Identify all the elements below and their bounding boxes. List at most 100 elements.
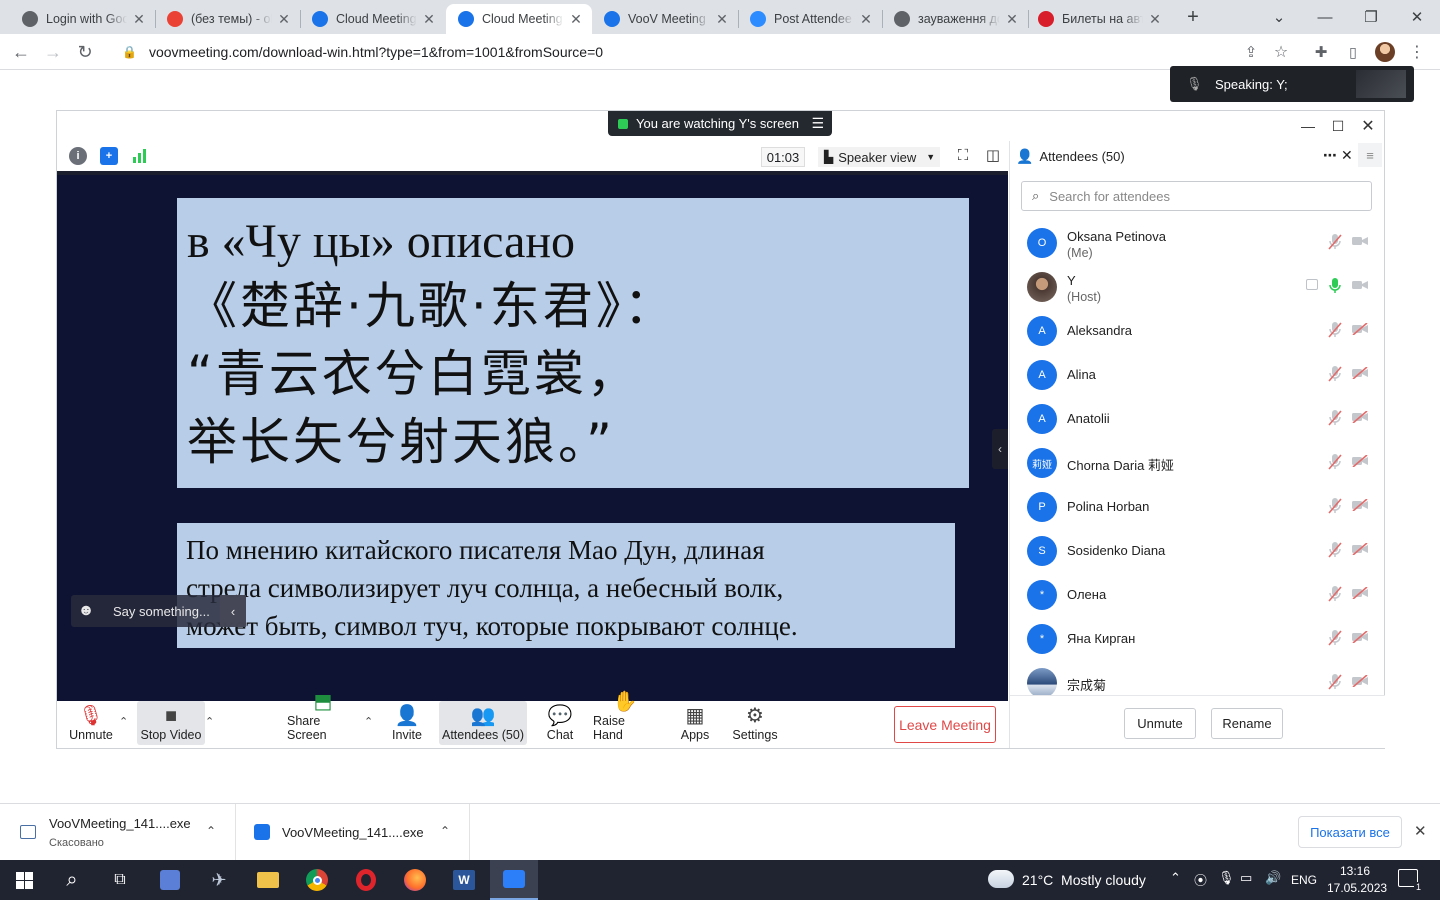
- close-window-button[interactable]: ✕: [1357, 117, 1379, 135]
- unmute-all-button[interactable]: Unmute: [1124, 708, 1196, 739]
- browser-tab[interactable]: зауваження до ✕: [882, 4, 1028, 34]
- profile-avatar[interactable]: [1372, 40, 1398, 64]
- invite-button[interactable]: 👤 Invite: [389, 701, 425, 745]
- collapse-chat-button[interactable]: ‹: [220, 595, 246, 627]
- back-button[interactable]: ←: [8, 40, 34, 64]
- browser-tab[interactable]: (без темы) - ok ✕: [155, 4, 300, 34]
- show-all-downloads-button[interactable]: Показати все: [1298, 816, 1402, 848]
- minimize-browser-button[interactable]: —: [1302, 0, 1348, 34]
- microphone-icon[interactable]: [1328, 277, 1342, 295]
- close-tab-icon[interactable]: ✕: [568, 11, 584, 28]
- chat-button[interactable]: 💬 Chat: [541, 701, 579, 745]
- collapse-panel-handle[interactable]: ‹: [992, 429, 1008, 469]
- close-browser-button[interactable]: ✕: [1394, 0, 1440, 34]
- more-options-icon[interactable]: ⋯: [1323, 147, 1337, 164]
- meeting-info-button[interactable]: i: [69, 147, 87, 165]
- settings-button[interactable]: ⚙ Settings: [731, 701, 779, 745]
- close-tab-icon[interactable]: ✕: [858, 11, 874, 28]
- close-panel-icon[interactable]: ✕: [1341, 147, 1353, 164]
- leave-meeting-button[interactable]: Leave Meeting: [894, 706, 996, 743]
- restore-browser-button[interactable]: ❐: [1348, 0, 1394, 34]
- camera-off-icon[interactable]: [1352, 322, 1368, 336]
- browser-tab[interactable]: Cloud Meeting ✕: [300, 4, 445, 34]
- clock-time[interactable]: 13:16: [1340, 864, 1370, 878]
- speaker-view-dropdown[interactable]: ▙ Speaker view ▼: [818, 147, 940, 167]
- side-panel-button[interactable]: ▯: [1340, 40, 1366, 64]
- attendee-row[interactable]: A Anatolii: [1010, 397, 1385, 441]
- taskbar-app-explorer[interactable]: [244, 860, 292, 900]
- close-shelf-icon[interactable]: ✕: [1414, 822, 1427, 840]
- quick-chat-input[interactable]: ☻ Say something... ‹: [71, 595, 246, 627]
- task-view-button[interactable]: ⧉: [96, 860, 144, 900]
- panel-menu-icon[interactable]: ≡: [1358, 143, 1382, 167]
- muted-mic-icon[interactable]: [1328, 585, 1342, 603]
- taskbar-app-voov[interactable]: [490, 860, 538, 900]
- taskbar-app-word[interactable]: W: [440, 860, 488, 900]
- raise-hand-button[interactable]: ✋ Raise Hand: [593, 691, 657, 745]
- weather-text[interactable]: 21°C Mostly cloudy: [1022, 872, 1146, 888]
- attendee-row[interactable]: S Sosidenko Diana: [1010, 529, 1385, 573]
- close-tab-icon[interactable]: ✕: [421, 11, 437, 28]
- attendee-row[interactable]: 莉娅 Chorna Daria 莉娅: [1010, 441, 1385, 485]
- camera-off-icon[interactable]: [1352, 630, 1368, 644]
- download-item[interactable]: VooVMeeting_141....exe ⌃: [236, 804, 470, 861]
- share-options-caret[interactable]: ⌃: [364, 715, 373, 728]
- toggle-sidebar-button[interactable]: ◫: [982, 146, 1004, 164]
- notifications-button[interactable]: 1: [1398, 869, 1423, 892]
- chevron-up-icon[interactable]: ⌃: [440, 824, 450, 838]
- browser-tab[interactable]: Login with Goo ✕: [10, 4, 155, 34]
- attendee-row[interactable]: * Яна Кирган: [1010, 617, 1385, 661]
- browser-tab[interactable]: Cloud Meeting ✕: [446, 4, 592, 34]
- browser-tab[interactable]: VooV Meeting ✕: [592, 4, 738, 34]
- camera-off-icon[interactable]: [1352, 674, 1368, 688]
- attendee-row[interactable]: O Oksana Petinova (Me): [1010, 221, 1385, 265]
- attendee-row[interactable]: Y (Host): [1010, 265, 1385, 309]
- muted-mic-icon[interactable]: [1328, 321, 1342, 339]
- rename-button[interactable]: Rename: [1211, 708, 1283, 739]
- camera-icon[interactable]: [1352, 279, 1368, 291]
- extensions-button[interactable]: ✚: [1308, 40, 1334, 64]
- chevron-up-icon[interactable]: ⌃: [206, 824, 216, 838]
- camera-off-icon[interactable]: [1352, 366, 1368, 380]
- camera-off-icon[interactable]: [1352, 410, 1368, 424]
- view-menu-icon[interactable]: ☰: [811, 115, 824, 132]
- share-screen-button[interactable]: ⬒ Share Screen: [287, 691, 359, 745]
- camera-off-icon[interactable]: [1352, 498, 1368, 512]
- unmute-button[interactable]: 🎙 Unmute: [65, 701, 117, 745]
- forward-button[interactable]: →: [40, 40, 66, 64]
- taskbar-app-paper-plane[interactable]: ✈: [195, 860, 243, 900]
- start-button[interactable]: [0, 860, 48, 900]
- taskbar-app-calculator[interactable]: [146, 860, 194, 900]
- close-tab-icon[interactable]: ✕: [1147, 11, 1163, 28]
- attendee-row[interactable]: * Олена: [1010, 573, 1385, 617]
- muted-mic-icon[interactable]: [1328, 409, 1342, 427]
- muted-mic-icon[interactable]: [1328, 453, 1342, 471]
- browser-tab[interactable]: Билеты на авто ✕: [1026, 4, 1171, 34]
- attendee-row[interactable]: A Alina: [1010, 353, 1385, 397]
- security-button[interactable]: +: [100, 147, 118, 165]
- input-language[interactable]: ENG: [1291, 873, 1317, 887]
- clock-date[interactable]: 17.05.2023: [1327, 881, 1387, 895]
- minimize-window-button[interactable]: —: [1297, 117, 1319, 135]
- browser-tab[interactable]: Post Attendee ✕: [738, 4, 882, 34]
- audio-options-caret[interactable]: ⌃: [119, 715, 128, 728]
- attendee-row[interactable]: A Aleksandra: [1010, 309, 1385, 353]
- new-tab-button[interactable]: +: [1170, 0, 1216, 34]
- maximize-window-button[interactable]: ☐: [1327, 117, 1349, 135]
- network-status-button[interactable]: [130, 147, 148, 165]
- download-item[interactable]: VooVMeeting_141....exe Скасовано ⌃: [0, 804, 236, 861]
- fullscreen-button[interactable]: ⛶: [952, 146, 974, 164]
- address-bar[interactable]: 🔒 voovmeeting.com/download-win.html?type…: [108, 38, 1298, 66]
- camera-icon[interactable]: [1352, 235, 1368, 247]
- video-options-caret[interactable]: ⌃: [205, 715, 214, 728]
- meet-now-icon[interactable]: ⦿: [1194, 870, 1207, 889]
- emoji-icon[interactable]: ☻: [71, 602, 101, 620]
- attendees-button[interactable]: 👥 Attendees (50): [439, 701, 527, 745]
- bookmark-button[interactable]: ☆: [1268, 40, 1294, 64]
- muted-mic-icon[interactable]: [1328, 233, 1342, 251]
- muted-mic-icon[interactable]: [1328, 673, 1342, 691]
- show-hidden-icons-icon[interactable]: ⌃: [1170, 870, 1181, 886]
- close-tab-icon[interactable]: ✕: [276, 11, 292, 28]
- share-page-button[interactable]: ⇪: [1238, 40, 1264, 64]
- muted-mic-icon[interactable]: [1328, 541, 1342, 559]
